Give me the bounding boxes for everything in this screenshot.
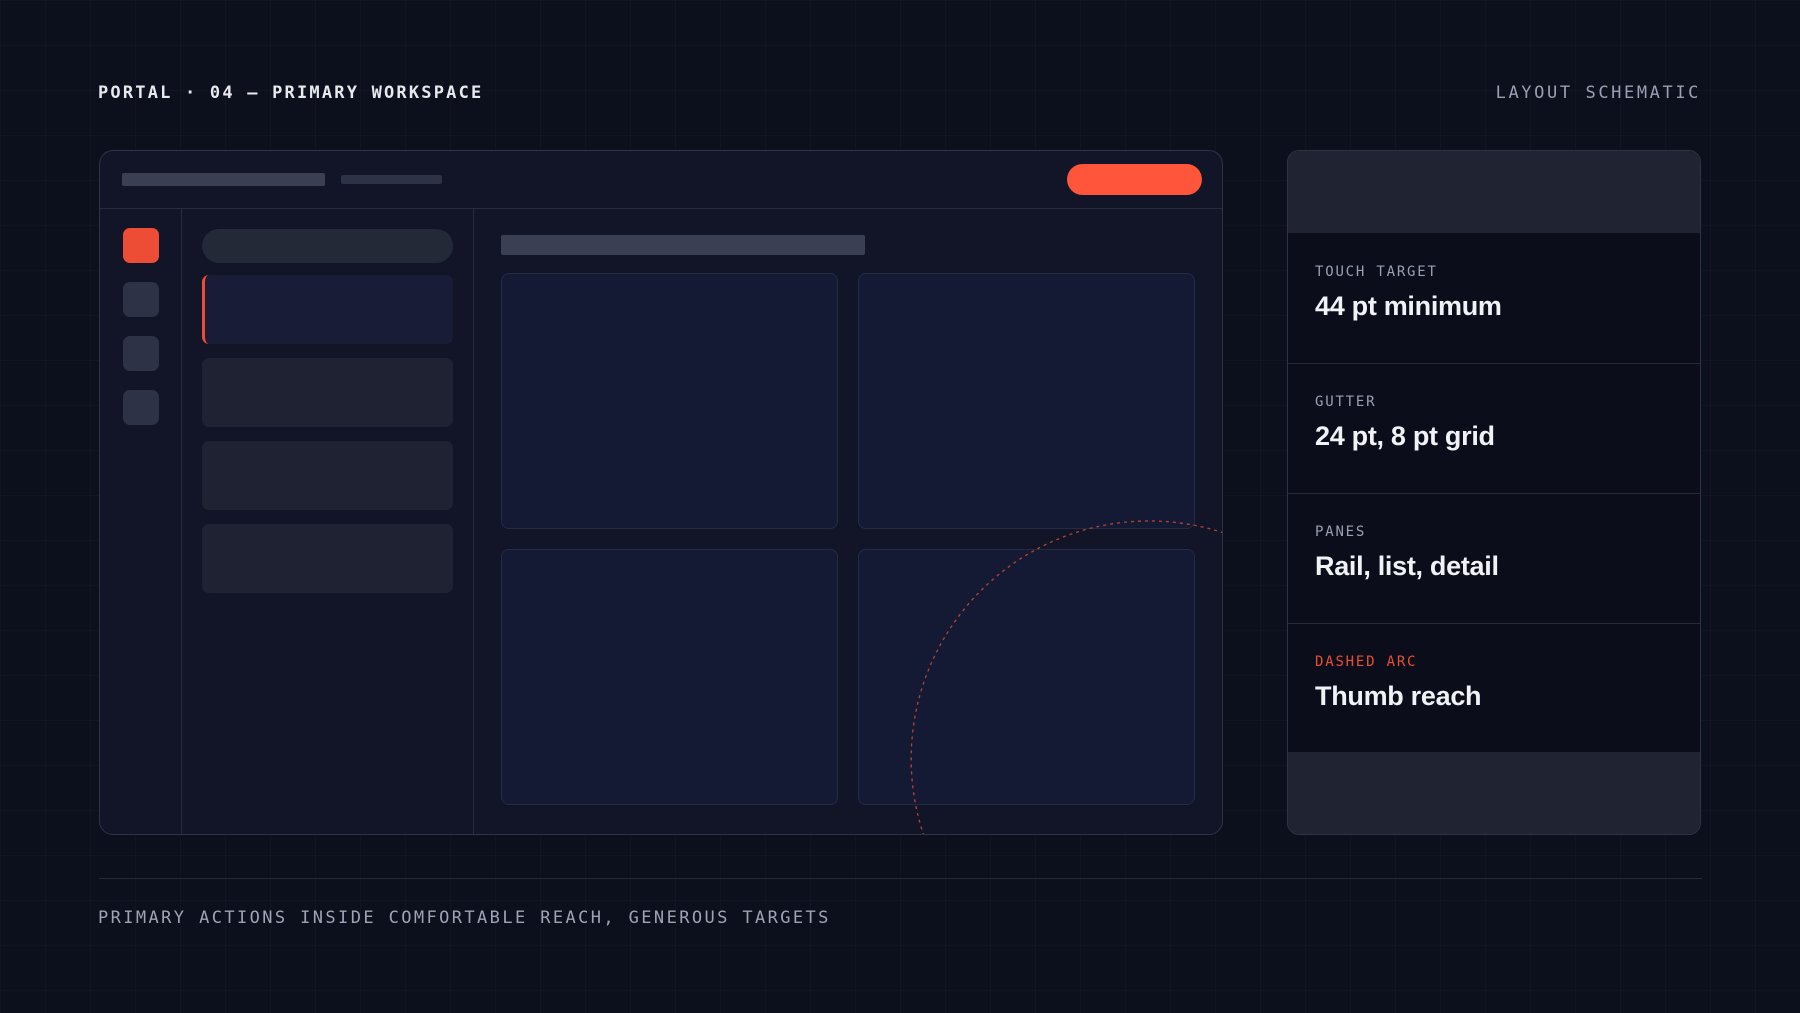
spec-panes: PANES Rail, list, detail (1288, 493, 1700, 624)
spec-value: 24 pt, 8 pt grid (1315, 421, 1495, 451)
title-placeholder (122, 173, 325, 186)
spec-value: Thumb reach (1315, 681, 1482, 711)
rail-item-2[interactable] (123, 282, 159, 317)
workspace-mockup (99, 150, 1223, 835)
spec-dashed-arc: DASHED ARC Thumb reach (1288, 623, 1700, 753)
rail-item-4[interactable] (123, 390, 159, 425)
list-item[interactable] (202, 358, 453, 427)
detail-card[interactable] (858, 549, 1195, 805)
subtitle-placeholder (341, 175, 442, 184)
spec-label: TOUCH TARGET (1315, 264, 1438, 280)
detail-heading-placeholder (501, 235, 865, 255)
footer-caption: PRIMARY ACTIONS INSIDE COMFORTABLE REACH… (98, 908, 831, 928)
rail-item-1[interactable] (123, 228, 159, 263)
detail-card[interactable] (501, 273, 838, 529)
spec-panel-bottom (1288, 752, 1700, 834)
primary-action-button[interactable] (1067, 164, 1202, 195)
list-item[interactable] (202, 524, 453, 593)
list-item-selected[interactable] (202, 275, 453, 344)
spec-panel-top (1288, 151, 1700, 233)
rail-item-3[interactable] (123, 336, 159, 371)
page-title: PORTAL · 04 — PRIMARY WORKSPACE (98, 83, 484, 103)
search-field[interactable] (202, 229, 453, 263)
list-item[interactable] (202, 441, 453, 510)
spec-label: PANES (1315, 524, 1367, 540)
schematic-label: LAYOUT SCHEMATIC (1495, 83, 1701, 103)
spec-gutter: GUTTER 24 pt, 8 pt grid (1288, 363, 1700, 494)
spec-value: Rail, list, detail (1315, 551, 1499, 581)
detail-card[interactable] (858, 273, 1195, 529)
spec-panel: TOUCH TARGET 44 pt minimum GUTTER 24 pt,… (1287, 150, 1701, 835)
mockup-topbar (100, 151, 1222, 209)
detail-pane (474, 208, 1222, 834)
spec-touch-target: TOUCH TARGET 44 pt minimum (1288, 233, 1700, 364)
list-pane (181, 208, 474, 834)
spec-value: 44 pt minimum (1315, 291, 1502, 321)
spec-label: DASHED ARC (1315, 654, 1418, 670)
divider (99, 878, 1702, 879)
navigation-rail (100, 208, 182, 834)
spec-label: GUTTER (1315, 394, 1377, 410)
detail-card[interactable] (501, 549, 838, 805)
